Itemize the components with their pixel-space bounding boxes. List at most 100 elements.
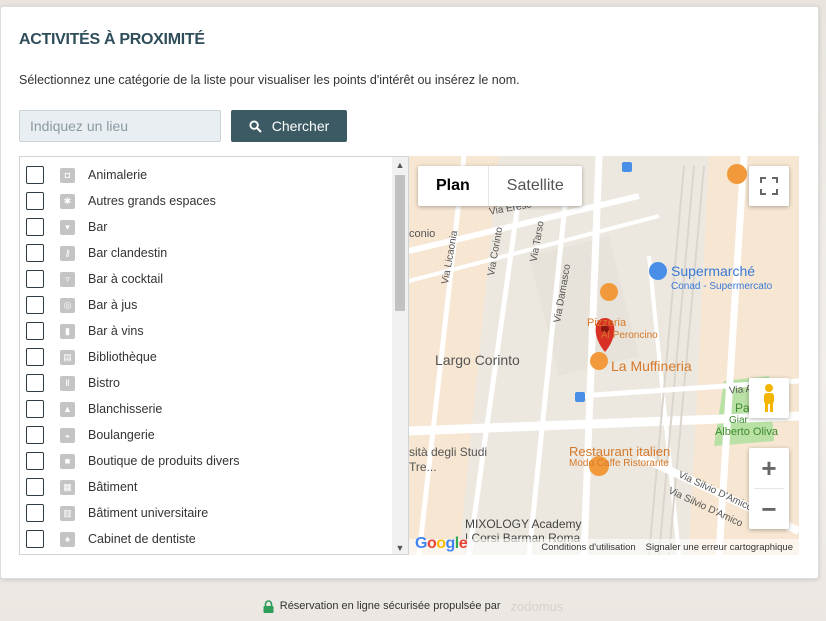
category-list[interactable]: ◘ Animalerie ✱ Autres grands espaces ▾ B… — [19, 156, 409, 555]
page-title: ACTIVITÉS À PROXIMITÉ — [19, 31, 205, 48]
secure-booking-note: Réservation en ligne sécurisée propulsée… — [0, 597, 826, 615]
map-park-label: Alberto Oliva — [715, 426, 778, 438]
instructions-text: Sélectionnez une catégorie de la liste p… — [19, 73, 520, 87]
booking-brand-logo[interactable]: zodomus — [511, 599, 564, 614]
category-item-blanchisserie[interactable]: ▲ Blanchisserie — [20, 396, 392, 422]
map-place-label: Largo Corinto — [435, 352, 520, 368]
search-button[interactable]: Chercher — [231, 110, 347, 142]
map-street-label: conio — [409, 228, 436, 240]
map-type-plan-button[interactable]: Plan — [418, 166, 488, 206]
glass-icon: ▾ — [60, 219, 75, 235]
category-checkbox[interactable] — [26, 426, 44, 444]
category-label: Boutique de produits divers — [88, 454, 240, 468]
category-item-bistro[interactable]: Ⅱ Bistro — [20, 370, 392, 396]
street-view-button[interactable] — [749, 378, 789, 418]
map-park-label: Giar — [729, 415, 748, 426]
category-checkbox[interactable] — [26, 270, 44, 288]
category-item-bar-a-vins[interactable]: ▮ Bar à vins — [20, 318, 392, 344]
scroll-down-arrow-icon[interactable]: ▼ — [392, 541, 408, 554]
search-icon — [249, 119, 262, 133]
map-poi-label: La Muffineria — [611, 358, 692, 374]
category-label: Bâtiment — [88, 480, 138, 494]
category-item-bar[interactable]: ▾ Bar — [20, 214, 392, 240]
map-poi-label: MIXOLOGY Academy — [465, 517, 582, 531]
juice-icon: ◎ — [60, 297, 75, 313]
map-type-control: Plan Satellite — [418, 166, 582, 206]
category-checkbox[interactable] — [26, 452, 44, 470]
lock-icon — [263, 599, 274, 613]
category-item-bibliotheque[interactable]: ▤ Bibliothèque — [20, 344, 392, 370]
category-checkbox[interactable] — [26, 244, 44, 262]
pegman-icon — [764, 384, 774, 412]
building-icon: ▦ — [60, 479, 75, 495]
category-checkbox[interactable] — [26, 530, 44, 548]
category-item-bar-clandestin[interactable]: ⚷ Bar clandestin — [20, 240, 392, 266]
category-label: Bâtiment universitaire — [88, 506, 209, 520]
scroll-up-arrow-icon[interactable]: ▲ — [392, 158, 408, 172]
category-checkbox[interactable] — [26, 218, 44, 236]
bread-icon: ◒ — [60, 427, 75, 443]
place-search-input[interactable] — [19, 110, 221, 142]
secure-booking-text: Réservation en ligne sécurisée propulsée… — [279, 600, 501, 612]
category-checkbox[interactable] — [26, 478, 44, 496]
laundry-icon: ▲ — [60, 401, 75, 417]
category-label: Cabinet de dentiste — [88, 532, 196, 546]
category-label: Bar à jus — [88, 298, 138, 312]
category-item-autres-grands-espaces[interactable]: ✱ Autres grands espaces — [20, 188, 392, 214]
list-scrollbar[interactable]: ▲ ▼ — [392, 157, 408, 554]
category-checkbox[interactable] — [26, 348, 44, 366]
category-checkbox[interactable] — [26, 322, 44, 340]
category-item-batiment-universitaire[interactable]: ▥ Bâtiment universitaire — [20, 500, 392, 526]
tooth-icon: ♠ — [60, 531, 75, 547]
category-label: Animalerie — [88, 168, 148, 182]
category-checkbox[interactable] — [26, 192, 44, 210]
map-attribution-bar: Conditions d'utilisation Signaler une er… — [409, 539, 799, 555]
nearby-activities-panel: ACTIVITÉS À PROXIMITÉ Sélectionnez une c… — [0, 6, 819, 579]
category-checkbox[interactable] — [26, 400, 44, 418]
category-label: Bistro — [88, 376, 120, 390]
map-poi-label: Conad - Supermercato — [671, 281, 773, 292]
map-poi-label: Modo Caffe Ristorante — [569, 458, 669, 469]
nature-icon: ✱ — [60, 193, 75, 209]
category-checkbox[interactable] — [26, 296, 44, 314]
map-place-label: Tre... — [409, 460, 437, 474]
category-item-boutique-produits-divers[interactable]: ■ Boutique de produits divers — [20, 448, 392, 474]
terms-of-use-link[interactable]: Conditions d'utilisation — [541, 542, 635, 553]
search-button-label: Chercher — [271, 118, 330, 134]
category-item-boulangerie[interactable]: ◒ Boulangerie — [20, 422, 392, 448]
zoom-out-button[interactable]: − — [749, 489, 789, 529]
map-poi-label: Pizzeria — [587, 317, 627, 329]
category-checkbox[interactable] — [26, 374, 44, 392]
map-place-label: sità degli Studi — [409, 445, 488, 459]
category-checkbox[interactable] — [26, 504, 44, 522]
zoom-in-button[interactable]: + — [749, 448, 789, 488]
category-label: Bar à cocktail — [88, 272, 164, 286]
fullscreen-icon — [760, 177, 778, 195]
category-item-bar-a-jus[interactable]: ◎ Bar à jus — [20, 292, 392, 318]
pet-store-icon: ◘ — [60, 167, 75, 183]
google-logo[interactable]: Google — [415, 535, 468, 553]
map-poi-label: Al Peroncino — [601, 330, 658, 341]
category-item-bar-a-cocktail[interactable]: ▿ Bar à cocktail — [20, 266, 392, 292]
category-label: Bibliothèque — [88, 350, 157, 364]
fullscreen-button[interactable] — [749, 166, 789, 206]
report-map-error-link[interactable]: Signaler une erreur cartographique — [646, 542, 793, 553]
university-icon: ▥ — [60, 505, 75, 521]
cutlery-icon: Ⅱ — [60, 375, 75, 391]
map-view[interactable]: Via Ereso conio Via Licaonia Via Corinto… — [409, 156, 799, 555]
scrollbar-thumb[interactable] — [395, 175, 405, 311]
wine-bottle-icon: ▮ — [60, 323, 75, 339]
category-label: Boulangerie — [88, 428, 155, 442]
category-label: Bar clandestin — [88, 246, 168, 260]
category-item-animalerie[interactable]: ◘ Animalerie — [20, 162, 392, 188]
category-item-cabinet-dentiste[interactable]: ♠ Cabinet de dentiste — [20, 526, 392, 552]
category-item-batiment[interactable]: ▦ Bâtiment — [20, 474, 392, 500]
category-label: Blanchisserie — [88, 402, 163, 416]
category-label: Bar — [88, 220, 108, 234]
key-icon: ⚷ — [60, 245, 75, 261]
category-checkbox[interactable] — [26, 166, 44, 184]
category-label: Bar à vins — [88, 324, 144, 338]
category-label: Autres grands espaces — [88, 194, 216, 208]
map-poi-label: Restaurant italien — [569, 444, 671, 459]
map-type-satellite-button[interactable]: Satellite — [487, 166, 582, 206]
